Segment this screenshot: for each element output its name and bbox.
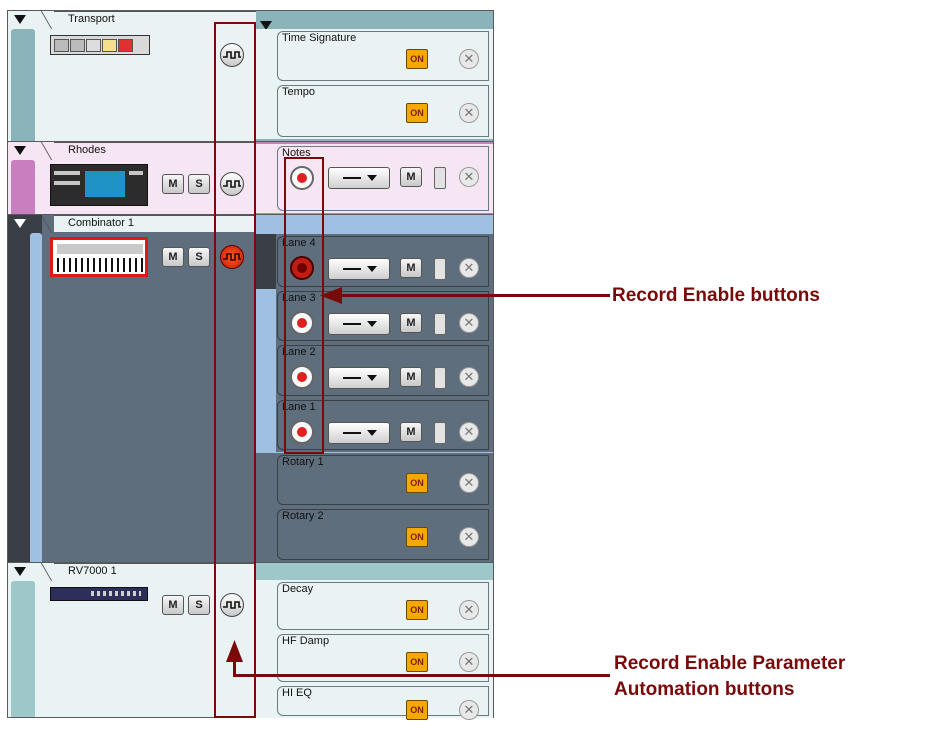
- level-meter: [434, 367, 446, 389]
- lane-mute-button[interactable]: M: [400, 313, 422, 333]
- on-button[interactable]: ON: [406, 527, 428, 547]
- lane-rotary-1: Rotary 1 ON ✕: [256, 453, 493, 507]
- track-color-strip: [11, 29, 35, 141]
- level-meter: [434, 167, 446, 189]
- collapse-triangle-icon[interactable]: [14, 567, 26, 576]
- close-circle-icon[interactable]: ✕: [459, 49, 479, 69]
- record-buttons-highlight: [284, 157, 324, 454]
- on-button[interactable]: ON: [406, 103, 428, 123]
- arrow-up-icon: [226, 640, 243, 662]
- lane-label: Tempo: [282, 86, 316, 98]
- record-enable-arrow-line: [340, 294, 610, 297]
- on-button[interactable]: ON: [406, 600, 428, 620]
- close-circle-icon[interactable]: ✕: [459, 527, 479, 547]
- lane-label: Decay: [282, 583, 314, 595]
- lane-time-signature: Time Signature ON ✕: [256, 29, 493, 83]
- mute-button[interactable]: M: [162, 595, 184, 615]
- lane-label: HI EQ: [282, 687, 312, 699]
- track-color-strip: [11, 160, 35, 214]
- close-circle-icon[interactable]: ✕: [459, 258, 479, 278]
- lane-label: Time Signature: [282, 32, 357, 44]
- close-circle-icon[interactable]: ✕: [459, 600, 479, 620]
- close-circle-icon[interactable]: ✕: [459, 367, 479, 387]
- close-circle-icon[interactable]: ✕: [459, 422, 479, 442]
- solo-button[interactable]: S: [188, 595, 210, 615]
- track-color-strip: [11, 581, 35, 717]
- track-name: Combinator 1: [68, 217, 135, 229]
- lane-decay: Decay ON ✕: [256, 580, 493, 632]
- lane-mute-button[interactable]: M: [400, 367, 422, 387]
- lane-label: Rotary 2: [282, 510, 324, 522]
- combinator-device-icon[interactable]: [50, 237, 148, 277]
- level-meter: [434, 422, 446, 444]
- collapse-triangle-icon[interactable]: [14, 146, 26, 155]
- lane-select[interactable]: [328, 422, 390, 444]
- collapse-triangle-icon[interactable]: [14, 15, 26, 24]
- track-name: RV7000 1: [68, 565, 117, 577]
- lane-hi-eq: HI EQ ON ✕: [256, 684, 493, 720]
- track-name: Rhodes: [68, 144, 106, 156]
- close-circle-icon[interactable]: ✕: [459, 103, 479, 123]
- level-meter: [434, 313, 446, 335]
- level-meter: [434, 258, 446, 280]
- solo-button[interactable]: S: [188, 174, 210, 194]
- automation-buttons-highlight: [214, 22, 256, 718]
- close-circle-icon[interactable]: ✕: [459, 652, 479, 672]
- arrow-left-icon: [320, 287, 342, 304]
- lane-mute-button[interactable]: M: [400, 167, 422, 187]
- track-name: Transport: [68, 13, 115, 25]
- lane-mute-button[interactable]: M: [400, 258, 422, 278]
- lane-select[interactable]: [328, 258, 390, 280]
- lane-rotary-2: Rotary 2 ON ✕: [256, 507, 493, 562]
- close-circle-icon[interactable]: ✕: [459, 473, 479, 493]
- lane-select[interactable]: [328, 313, 390, 335]
- solo-button[interactable]: S: [188, 247, 210, 267]
- rhodes-device-icon: [50, 164, 148, 206]
- track-color-strip: [30, 233, 42, 562]
- rv7000-device-icon: [50, 587, 148, 601]
- record-enable-label: Record Enable buttons: [612, 285, 820, 306]
- lane-select[interactable]: [328, 367, 390, 389]
- lane-tempo: Tempo ON ✕: [256, 83, 493, 139]
- on-button[interactable]: ON: [406, 652, 428, 672]
- automation-label-line2: Automation buttons: [614, 679, 795, 700]
- close-circle-icon[interactable]: ✕: [459, 700, 479, 720]
- collapse-triangle-icon[interactable]: [14, 219, 26, 228]
- automation-arrow-line: [233, 674, 610, 677]
- mute-button[interactable]: M: [162, 174, 184, 194]
- lane-mute-button[interactable]: M: [400, 422, 422, 442]
- mute-button[interactable]: M: [162, 247, 184, 267]
- lane-label: Rotary 1: [282, 456, 324, 468]
- on-button[interactable]: ON: [406, 700, 428, 720]
- lane-select[interactable]: [328, 167, 390, 189]
- lane-label: HF Damp: [282, 635, 330, 647]
- close-circle-icon[interactable]: ✕: [459, 167, 479, 187]
- transport-device-icon: [50, 35, 150, 55]
- close-circle-icon[interactable]: ✕: [459, 313, 479, 333]
- on-button[interactable]: ON: [406, 49, 428, 69]
- automation-label-line1: Record Enable Parameter: [614, 653, 846, 674]
- on-button[interactable]: ON: [406, 473, 428, 493]
